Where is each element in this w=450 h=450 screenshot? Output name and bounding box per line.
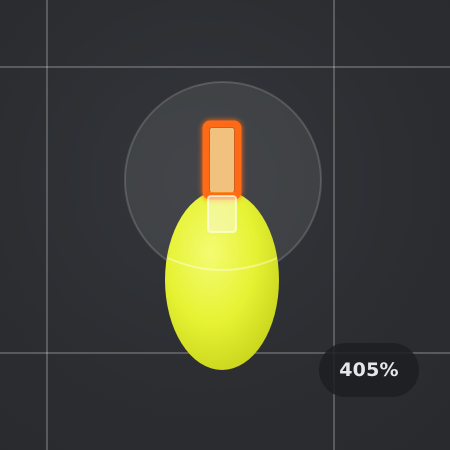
zoom-level-badge[interactable]: 405% bbox=[319, 343, 419, 397]
wick-fill bbox=[210, 128, 234, 192]
sprite-editor-viewport[interactable]: 405% bbox=[0, 0, 450, 450]
wick-lower bbox=[207, 195, 237, 233]
